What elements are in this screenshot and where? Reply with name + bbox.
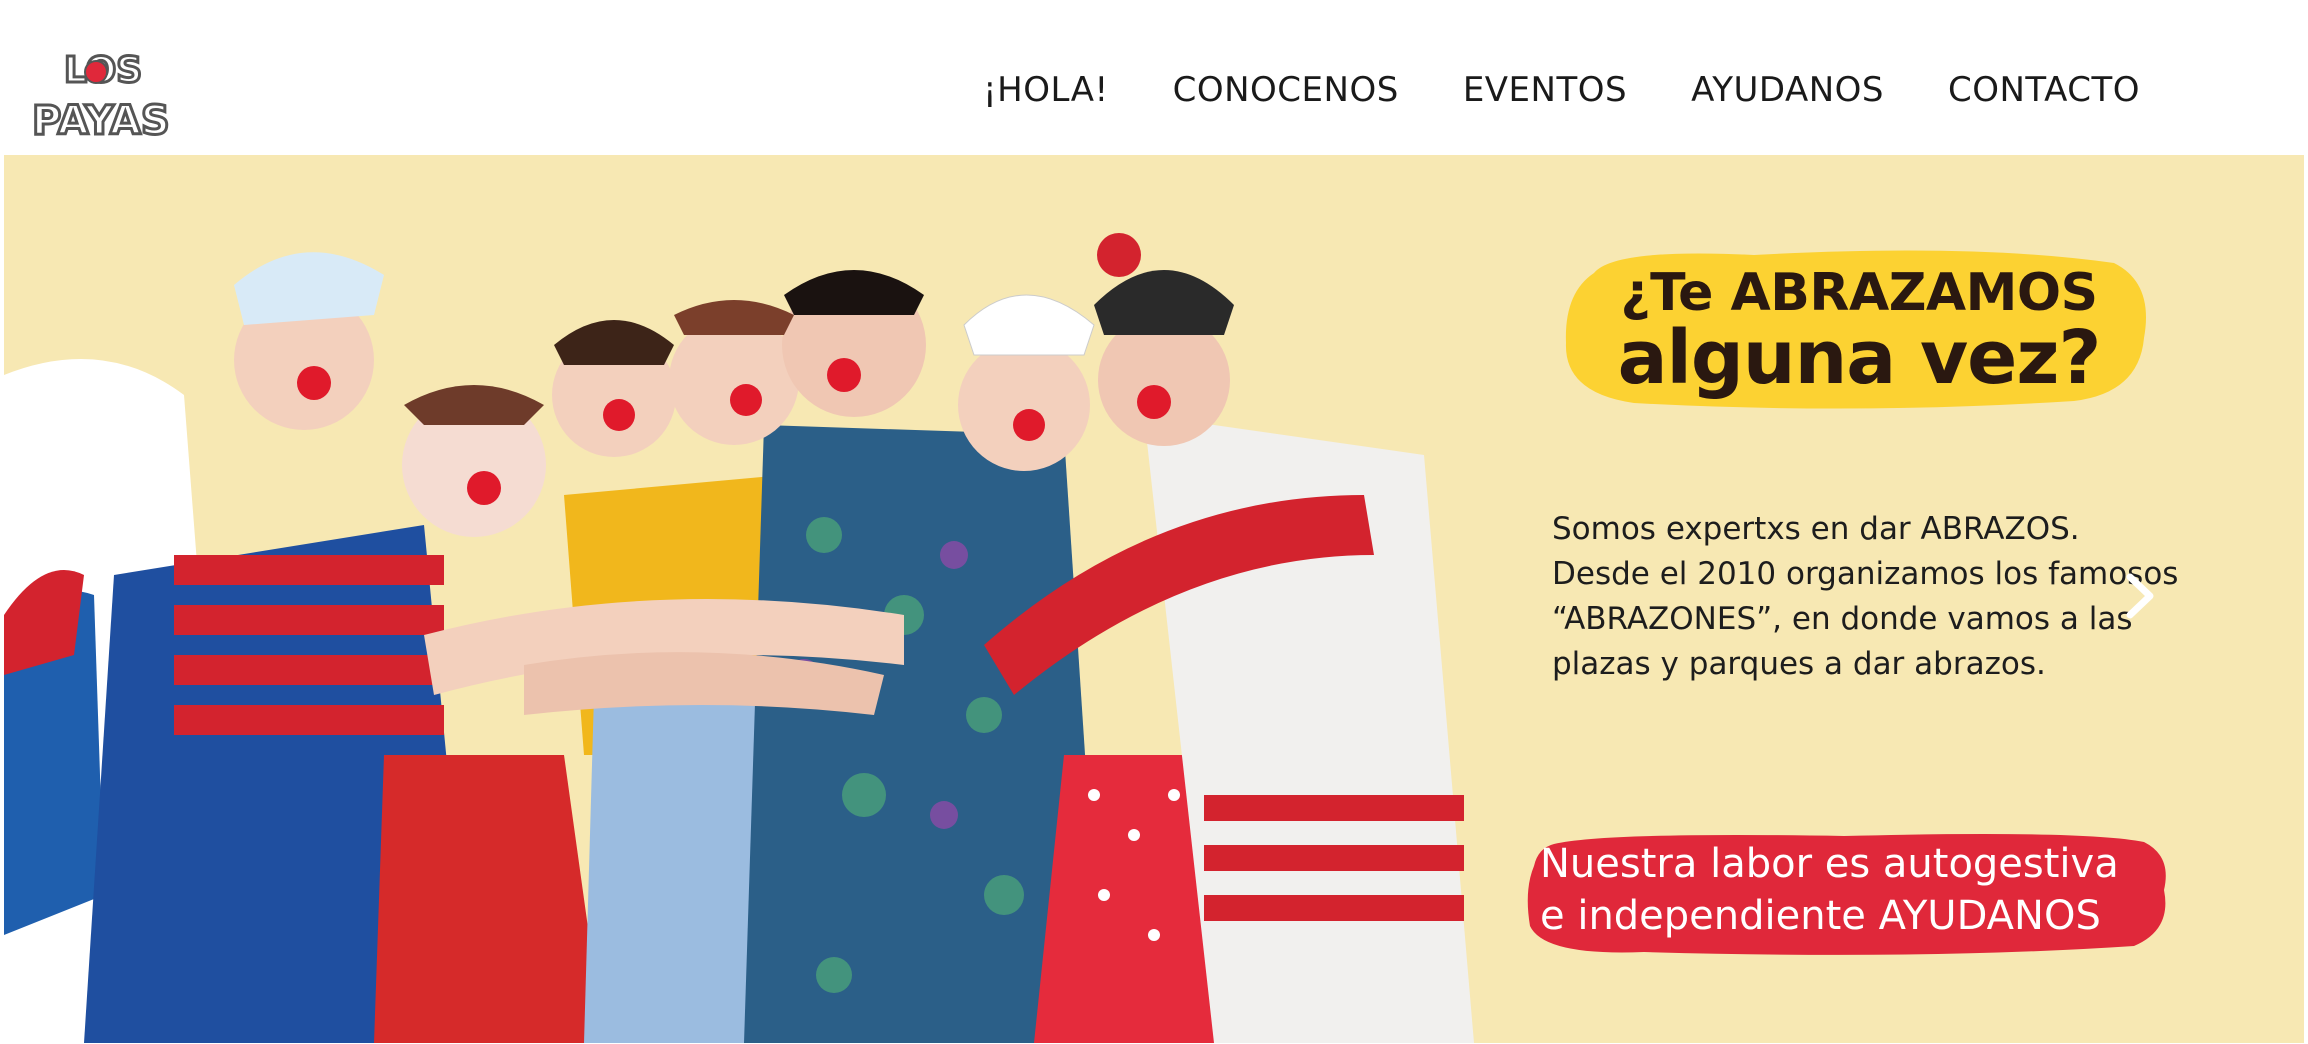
clowns-group-photo [4,195,1474,1043]
hero-tagline-line1: ¿Te ABRAZAMOS [1620,263,2098,323]
hero-description-line: Desde el 2010 organizamos los famosos [1552,556,2179,592]
cta-line: Nuestra labor es autogestiva [1540,841,2119,887]
hero-description-line: plazas y parques a dar abrazos. [1552,646,2046,682]
cta-ayudanos[interactable]: Nuestra labor es autogestiva e independi… [1540,838,2170,942]
page: LOS PAYAS ¡HOLA! CONOCENOS EVENTOS AYUDA… [0,0,2308,1044]
main-nav: ¡HOLA! CONOCENOS EVENTOS AYUDANOS CONTAC… [983,70,2140,110]
nav-item-hola[interactable]: ¡HOLA! [983,70,1109,110]
svg-text:PAYAS: PAYAS [32,98,170,142]
chevron-right-icon[interactable] [2122,571,2156,621]
cta-line: e independiente AYUDANOS [1540,893,2101,939]
logo-graphic: LOS PAYAS [31,49,172,146]
los-payas-logo[interactable]: LOS PAYAS [30,42,180,146]
hero-tagline-line2: alguna vez? [1617,315,2102,401]
hero-banner: ¿Te ABRAZAMOS alguna vez? Somos expertxs… [4,155,2304,1043]
hero-description-line: Somos expertxs en dar ABRAZOS. [1552,511,2080,547]
nav-item-ayudanos[interactable]: AYUDANOS [1691,70,1884,110]
nav-item-eventos[interactable]: EVENTOS [1463,70,1627,110]
hero-description: Somos expertxs en dar ABRAZOS. Desde el … [1552,507,2192,687]
hero-description-line: “ABRAZONES”, en donde vamos a las [1552,601,2133,637]
nav-item-contacto[interactable]: CONTACTO [1948,70,2140,110]
site-header: LOS PAYAS ¡HOLA! CONOCENOS EVENTOS AYUDA… [0,0,2308,155]
nav-item-conocenos[interactable]: CONOCENOS [1173,70,1399,110]
